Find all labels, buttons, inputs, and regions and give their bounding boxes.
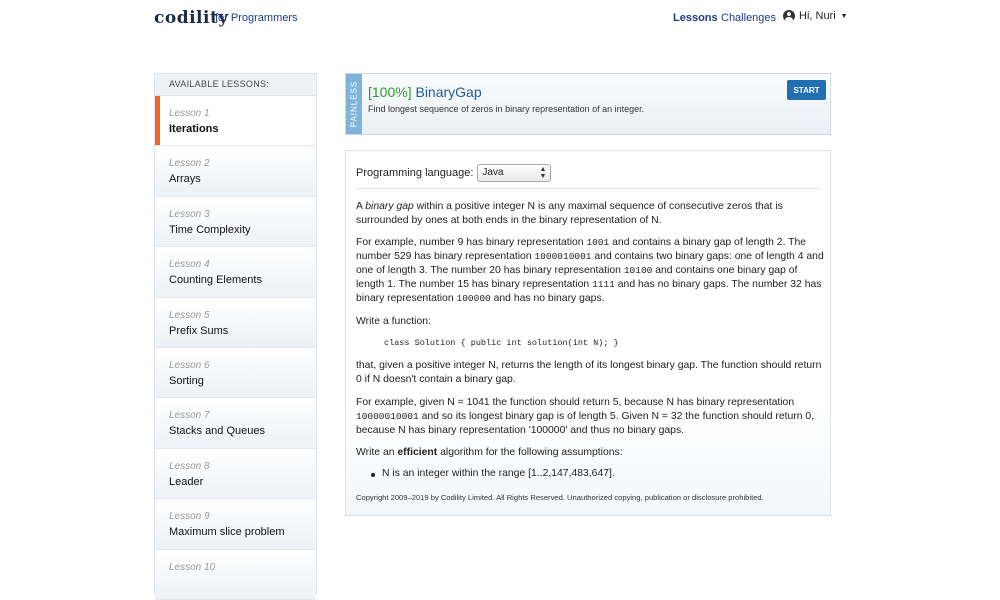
- sidebar-item-lesson-10[interactable]: Lesson 10: [155, 549, 316, 600]
- start-button[interactable]: START: [787, 80, 826, 100]
- lessons-sidebar: AVAILABLE LESSONS: Lesson 1 Iterations L…: [154, 73, 317, 600]
- task-statement-card: Programming language: Java ▲ ▼ A binary g…: [345, 150, 831, 516]
- task-score: [100%]: [368, 84, 412, 100]
- lesson-title: Prefix Sums: [169, 324, 229, 337]
- paragraph-assumptions: Write an efficient algorithm for the fol…: [356, 447, 623, 458]
- sidebar-item-lesson-5[interactable]: Lesson 5 Prefix Sums: [155, 297, 316, 348]
- language-select[interactable]: Java ▲ ▼: [477, 164, 552, 182]
- caret-down-icon: ▼: [840, 12, 848, 20]
- lesson-title: Maximum slice problem: [169, 526, 285, 539]
- lesson-number: Lesson 9: [169, 511, 210, 523]
- lesson-number: Lesson 5: [169, 309, 210, 321]
- lesson-number: Lesson 3: [169, 208, 210, 220]
- sidebar-item-lesson-4[interactable]: Lesson 4 Counting Elements: [155, 247, 316, 298]
- lesson-number: Lesson 8: [169, 460, 210, 472]
- paragraph-definition: A binary gap within a positive integer N…: [356, 201, 783, 226]
- divider: [356, 188, 821, 189]
- task-title: [100%] BinaryGap: [368, 84, 482, 100]
- sidebar-item-lesson-9[interactable]: Lesson 9 Maximum slice problem: [155, 499, 316, 550]
- paragraph-returns: that, given a positive integer N, return…: [356, 360, 822, 385]
- sidebar-header: AVAILABLE LESSONS:: [155, 74, 316, 96]
- sidebar-item-lesson-6[interactable]: Lesson 6 Sorting: [155, 347, 316, 399]
- task-description: Find longest sequence of zeros in binary…: [368, 104, 645, 114]
- sidebar-item-lesson-8[interactable]: Lesson 8 Leader: [155, 448, 316, 500]
- lesson-title: Iterations: [169, 123, 219, 135]
- sidebar-item-lesson-3[interactable]: Lesson 3 Time Complexity: [155, 196, 316, 248]
- paragraph-example-1041: For example, given N = 1041 the function…: [356, 397, 815, 436]
- lesson-number: Lesson 1: [169, 108, 210, 119]
- paragraph-write-function: Write a function:: [356, 316, 431, 327]
- function-signature-code: class Solution { public int solution(int…: [384, 338, 619, 348]
- lesson-number: Lesson 4: [169, 259, 210, 271]
- user-menu[interactable]: Hi, Nuri ▼: [783, 10, 848, 22]
- select-arrows-icon: ▲ ▼: [539, 166, 547, 180]
- lesson-number: Lesson 6: [169, 359, 210, 371]
- lesson-number: Lesson 2: [169, 158, 210, 170]
- lesson-title: Leader: [169, 475, 204, 488]
- nav-challenges-link[interactable]: Challenges: [721, 12, 776, 24]
- difficulty-label: PAINLESS: [349, 80, 359, 128]
- lesson-number: Lesson 10: [169, 561, 216, 573]
- lesson-number: Lesson 7: [169, 410, 210, 422]
- lesson-title: Time Complexity: [169, 223, 251, 236]
- sidebar-item-lesson-2[interactable]: Lesson 2 Arrays: [155, 146, 316, 197]
- paragraph-examples: For example, number 9 has binary represe…: [356, 237, 824, 304]
- task-header-card: PAINLESS [100%] BinaryGap Find longest s…: [345, 73, 831, 135]
- task-name: BinaryGap: [415, 84, 482, 100]
- lesson-title: Stacks and Queues: [169, 425, 266, 438]
- assumption-list-item: N is an integer within the range [1..2,1…: [371, 468, 615, 479]
- lesson-title: Sorting: [169, 374, 204, 387]
- user-avatar-icon: [783, 10, 795, 22]
- sidebar-item-lesson-1[interactable]: Lesson 1 Iterations: [155, 96, 316, 147]
- copyright-notice: Copyright 2009–2019 by Codility Limited.…: [356, 493, 764, 502]
- logo-subtitle: for Programmers: [215, 12, 298, 24]
- sidebar-item-lesson-7[interactable]: Lesson 7 Stacks and Queues: [155, 398, 316, 449]
- top-bar: codility for Programmers Lessons Challen…: [0, 0, 1000, 40]
- language-value: Java: [482, 167, 504, 178]
- user-greeting: Hi, Nuri: [799, 10, 836, 22]
- language-label: Programming language:: [356, 167, 474, 179]
- language-row: Programming language: Java ▲ ▼: [356, 164, 552, 182]
- nav-lessons-link[interactable]: Lessons: [673, 12, 718, 24]
- difficulty-badge: PAINLESS: [346, 74, 362, 134]
- lesson-title: Counting Elements: [169, 274, 262, 287]
- lesson-title: Arrays: [169, 173, 201, 186]
